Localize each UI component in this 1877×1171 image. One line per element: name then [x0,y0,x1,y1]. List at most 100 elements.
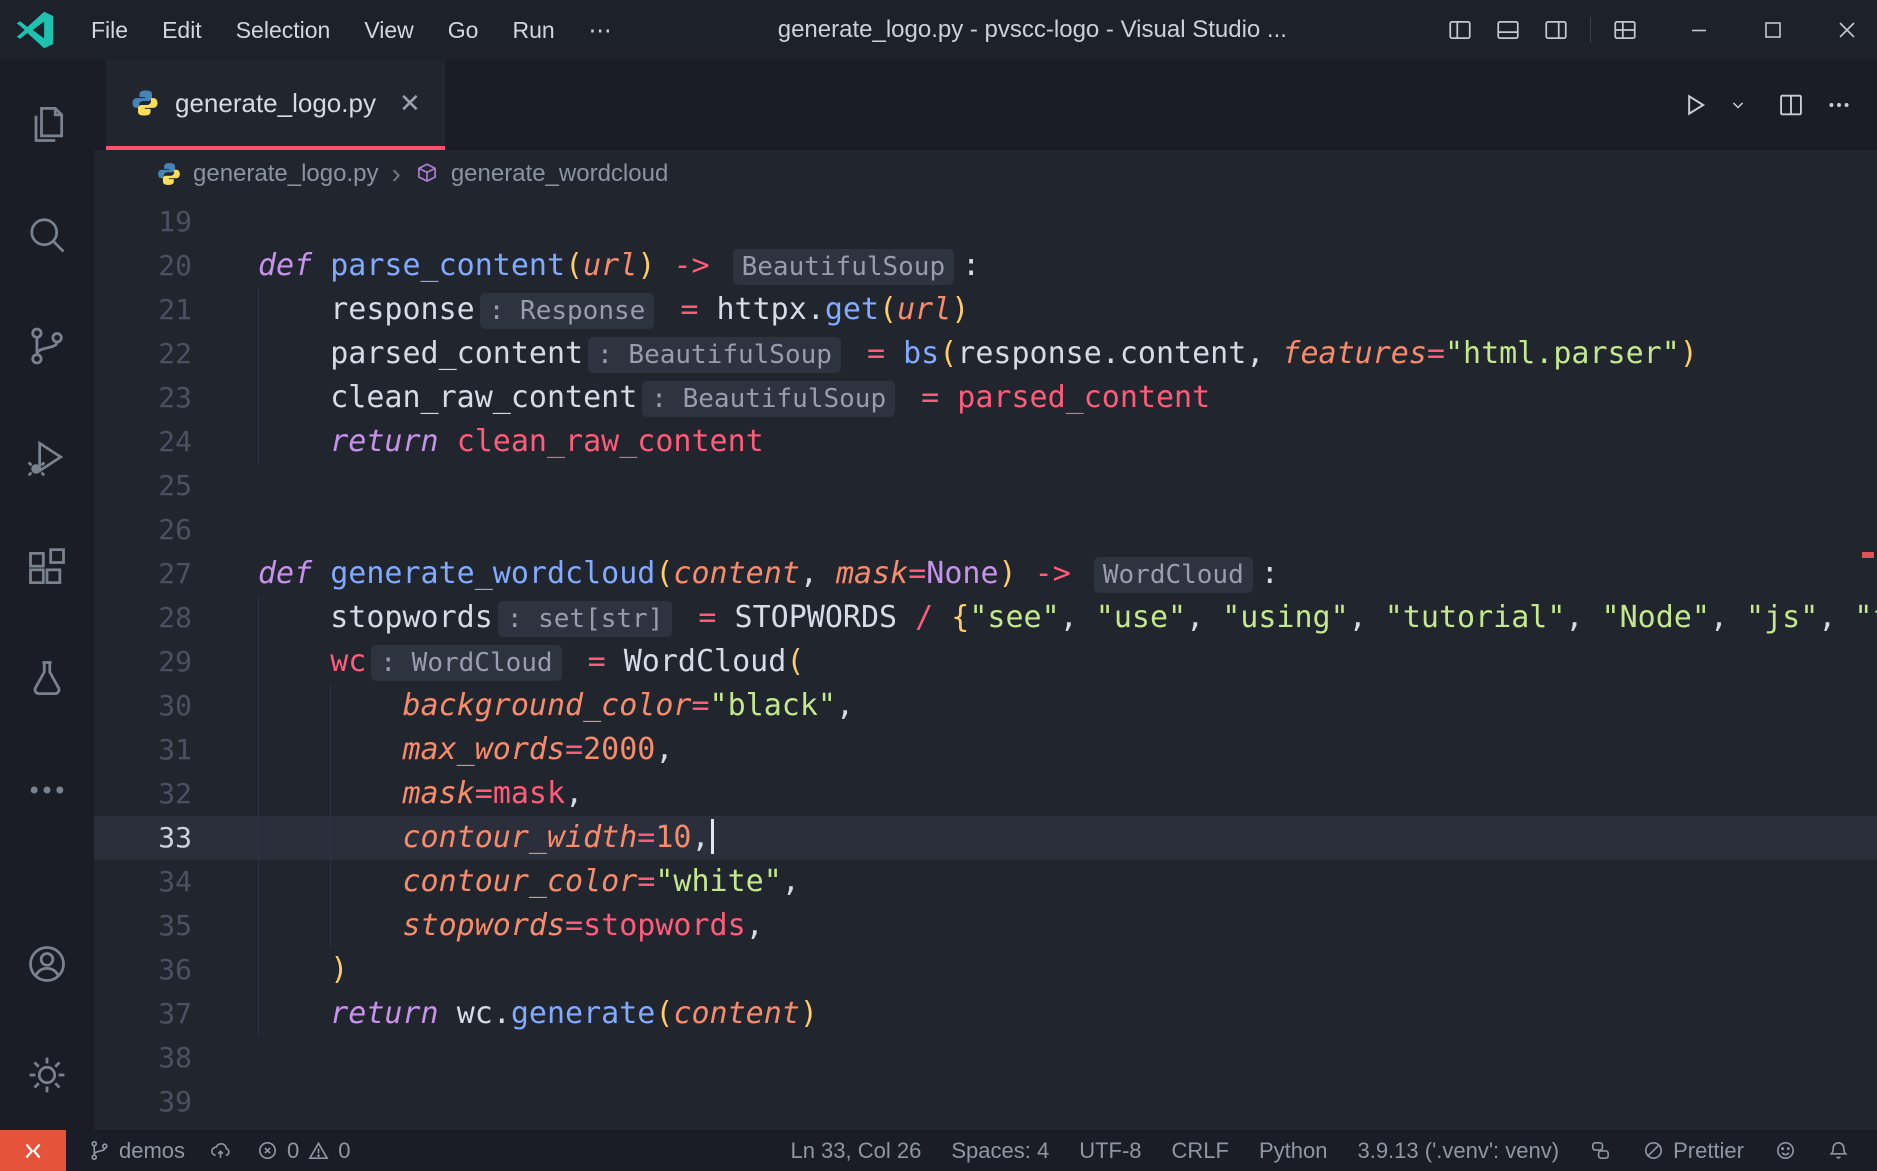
code-line-29[interactable]: 29 wc: WordCloud = WordCloud( [94,640,1877,684]
line-number[interactable]: 30 [94,684,192,728]
indent-guide [330,684,331,728]
python-env-icon[interactable] [1574,1139,1627,1162]
line-number[interactable]: 29 [94,640,192,684]
code-line-24[interactable]: 24 return clean_raw_content [94,420,1877,464]
menu-selection[interactable]: Selection [219,11,348,50]
menu-edit[interactable]: Edit [145,11,219,50]
more-views-icon[interactable] [0,734,94,845]
encoding-status[interactable]: UTF-8 [1064,1138,1156,1164]
code-line-38[interactable]: 38 [94,1036,1877,1080]
line-number[interactable]: 22 [94,332,192,376]
more-actions-icon[interactable] [1817,83,1861,127]
python-interpreter-status[interactable]: 3.9.13 ('.venv': venv) [1342,1138,1574,1164]
code-line-23[interactable]: 23 clean_raw_content: BeautifulSoup = pa… [94,376,1877,420]
formatter-status[interactable]: Prettier [1627,1138,1759,1164]
split-editor-icon[interactable] [1769,83,1813,127]
window-title: generate_logo.py - pvscc-logo - Visual S… [629,16,1436,44]
line-number[interactable]: 23 [94,376,192,420]
run-and-debug-icon[interactable] [0,401,94,512]
line-number[interactable]: 28 [94,596,192,640]
chevron-right-icon: › [389,158,402,190]
indentation-status[interactable]: Spaces: 4 [936,1138,1064,1164]
status-bar: demos 0 0 Ln 33, Col 26 Spaces: 4 UTF-8 … [0,1130,1877,1171]
testing-icon[interactable] [0,623,94,734]
line-number[interactable]: 36 [94,948,192,992]
remote-indicator[interactable] [0,1130,66,1171]
code-line-37[interactable]: 37 return wc.generate(content) [94,992,1877,1036]
maximize-button[interactable] [1749,6,1797,54]
window-controls [1436,6,1871,54]
code-line-25[interactable]: 25 [94,464,1877,508]
line-number[interactable]: 33 [94,816,192,860]
line-number[interactable]: 37 [94,992,192,1036]
line-number[interactable]: 25 [94,464,192,508]
line-number[interactable]: 35 [94,904,192,948]
code-line-21[interactable]: 21 response: Response = httpx.get(url) [94,288,1877,332]
line-number[interactable]: 38 [94,1036,192,1080]
run-dropdown-chevron-icon[interactable] [1721,83,1765,127]
customize-layout-icon[interactable] [1601,6,1649,54]
menu-view[interactable]: View [347,11,430,50]
line-number[interactable]: 27 [94,552,192,596]
code-line-27[interactable]: 27def generate_wordcloud(content, mask=N… [94,552,1877,596]
menu-file[interactable]: File [74,11,145,50]
code-line-39[interactable]: 39 [94,1080,1877,1124]
eol-status[interactable]: CRLF [1157,1138,1244,1164]
toggle-primary-sidebar-icon[interactable] [1436,6,1484,54]
code-line-22[interactable]: 22 parsed_content: BeautifulSoup = bs(re… [94,332,1877,376]
cursor-position-status[interactable]: Ln 33, Col 26 [775,1138,936,1164]
line-number[interactable]: 24 [94,420,192,464]
code-line-34[interactable]: 34 contour_color="white", [94,860,1877,904]
breadcrumb-file[interactable]: generate_logo.py [193,160,378,188]
menu-run[interactable]: Run [495,11,571,50]
problems-status[interactable]: 0 0 [244,1138,363,1164]
line-number[interactable]: 31 [94,728,192,772]
code-line-31[interactable]: 31 max_words=2000, [94,728,1877,772]
code-line-28[interactable]: 28 stopwords: set[str] = STOPWORDS / {"s… [94,596,1877,640]
language-mode-status[interactable]: Python [1244,1138,1343,1164]
explorer-icon[interactable] [0,68,94,179]
code-line-32[interactable]: 32 mask=mask, [94,772,1877,816]
line-number[interactable]: 32 [94,772,192,816]
feedback-icon[interactable] [1759,1139,1812,1162]
extensions-icon[interactable] [0,512,94,623]
code-area[interactable]: 1920def parse_content(url) -> BeautifulS… [94,198,1877,1130]
tab-close-icon[interactable]: ✕ [399,88,421,119]
menu-more[interactable]: ⋯ [572,11,629,50]
code-line-26[interactable]: 26 [94,508,1877,552]
close-window-button[interactable] [1823,6,1871,54]
code-line-30[interactable]: 30 background_color="black", [94,684,1877,728]
account-icon[interactable] [0,908,94,1019]
code-line-36[interactable]: 36 ) [94,948,1877,992]
code-line-19[interactable]: 19 [94,200,1877,244]
code-line-20[interactable]: 20def parse_content(url) -> BeautifulSou… [94,244,1877,288]
minimize-button[interactable] [1675,6,1723,54]
code-line-35[interactable]: 35 stopwords=stopwords, [94,904,1877,948]
error-icon [256,1139,279,1162]
error-count: 0 [287,1138,299,1164]
line-number[interactable]: 26 [94,508,192,552]
code-line-33[interactable]: 33 contour_width=10, [94,816,1877,860]
settings-gear-icon[interactable] [0,1019,94,1130]
toggle-secondary-sidebar-icon[interactable] [1532,6,1580,54]
menu-go[interactable]: Go [431,11,496,50]
tab-generate-logo[interactable]: generate_logo.py ✕ [106,60,445,150]
line-number[interactable]: 20 [94,244,192,288]
notifications-bell-icon[interactable] [1812,1139,1865,1162]
code-line-content: stopwords: set[str] = STOPWORDS / {"see"… [192,596,1877,640]
line-number[interactable]: 34 [94,860,192,904]
indent-guide [330,860,331,904]
branch-status[interactable]: demos [76,1138,197,1164]
line-number[interactable]: 19 [94,200,192,244]
line-number[interactable]: 39 [94,1080,192,1124]
breadcrumb-symbol[interactable]: generate_wordcloud [451,160,669,188]
source-control-icon[interactable] [0,290,94,401]
search-icon[interactable] [0,179,94,290]
breadcrumb: generate_logo.py › generate_wordcloud [94,150,1877,198]
toggle-panel-icon[interactable] [1484,6,1532,54]
run-file-icon[interactable] [1673,83,1717,127]
indent-guide [258,376,259,420]
code-line-content: wc: WordCloud = WordCloud( [192,640,804,684]
line-number[interactable]: 21 [94,288,192,332]
publish-status[interactable] [197,1139,244,1162]
